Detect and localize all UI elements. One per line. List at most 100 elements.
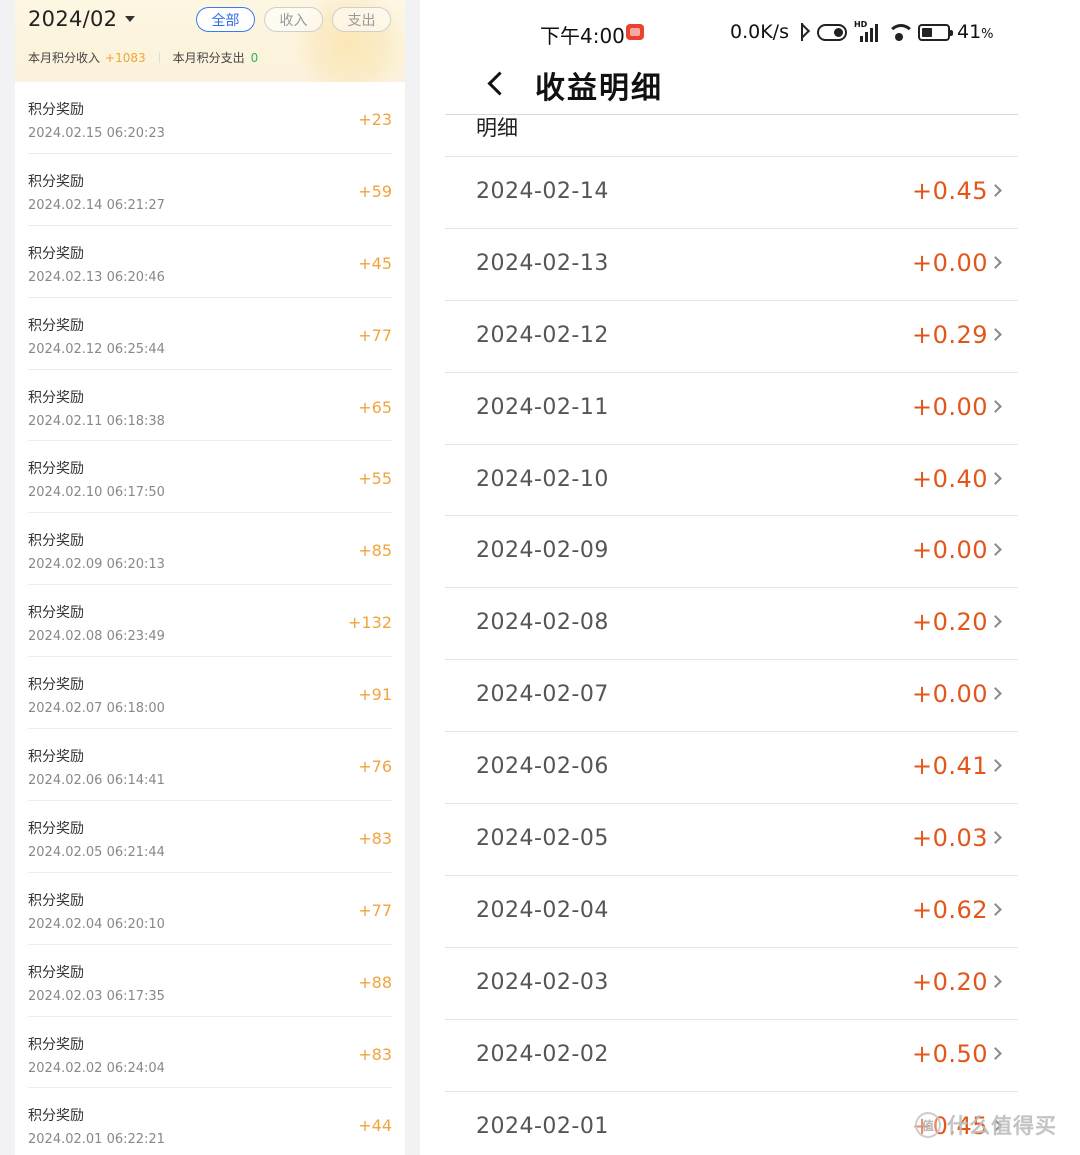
earnings-row[interactable]: 2024-02-02 +0.50 bbox=[445, 1020, 1018, 1092]
back-arrow-icon[interactable] bbox=[483, 71, 509, 97]
points-row[interactable]: 积分奖励 2024.02.04 06:20:10 +77 bbox=[28, 873, 392, 945]
points-row-time: 2024.02.10 06:17:50 bbox=[28, 485, 165, 501]
filter-income-button[interactable]: 收入 bbox=[264, 7, 323, 32]
section-label: 明细 bbox=[445, 115, 1018, 157]
bluetooth-icon bbox=[796, 22, 810, 42]
points-row-amount: +76 bbox=[358, 757, 392, 777]
month-picker[interactable]: 2024/02 bbox=[28, 7, 136, 31]
points-row[interactable]: 积分奖励 2024.02.06 06:14:41 +76 bbox=[28, 729, 392, 801]
chevron-right-icon bbox=[989, 687, 1002, 701]
earnings-row-date: 2024-02-03 bbox=[476, 969, 609, 995]
points-row-amount: +83 bbox=[358, 828, 392, 848]
points-row-time: 2024.02.04 06:20:10 bbox=[28, 916, 165, 932]
earnings-row-amount: +0.45 bbox=[911, 177, 988, 205]
earnings-row-date: 2024-02-14 bbox=[476, 179, 609, 204]
points-row-time: 2024.02.09 06:20:13 bbox=[28, 557, 165, 573]
points-row[interactable]: 积分奖励 2024.02.08 06:23:49 +132 bbox=[28, 585, 392, 658]
points-row[interactable]: 积分奖励 2024.02.05 06:21:44 +83 bbox=[28, 801, 392, 873]
points-row-time: 2024.02.11 06:18:38 bbox=[28, 413, 165, 429]
earnings-row-amount: +0.00 bbox=[911, 392, 988, 421]
earnings-row[interactable]: 2024-02-13 +0.00 bbox=[445, 229, 1018, 301]
points-row-amount: +83 bbox=[358, 1044, 392, 1064]
points-row-title: 积分奖励 bbox=[28, 102, 84, 118]
points-row-time: 2024.02.05 06:21:44 bbox=[28, 844, 165, 860]
points-row[interactable]: 积分奖励 2024.02.01 06:22:21 +44 bbox=[28, 1088, 392, 1155]
points-row[interactable]: 积分奖励 2024.02.10 06:17:50 +55 bbox=[28, 441, 392, 514]
earnings-row[interactable]: 2024-02-04 +0.62 bbox=[445, 876, 1018, 948]
earnings-row-amount: +0.29 bbox=[911, 320, 988, 349]
income-value: +1083 bbox=[105, 50, 146, 65]
chevron-right-icon bbox=[989, 399, 1002, 413]
earnings-row[interactable]: 2024-02-05 +0.03 bbox=[445, 804, 1018, 876]
net-speed: 0.0K/s bbox=[730, 21, 789, 43]
earnings-row[interactable]: 2024-02-06 +0.41 bbox=[445, 732, 1018, 805]
signal-hd-label: HD bbox=[853, 20, 868, 29]
earnings-row-date: 2024-02-06 bbox=[476, 754, 609, 780]
points-row-time: 2024.02.14 06:21:27 bbox=[28, 197, 165, 213]
chevron-right-icon bbox=[989, 831, 1002, 844]
earnings-row[interactable]: 2024-02-14 +0.45 bbox=[445, 157, 1018, 229]
points-row-amount: +45 bbox=[358, 253, 392, 273]
filter-expense-button[interactable]: 支出 bbox=[332, 7, 391, 32]
points-row[interactable]: 积分奖励 2024.02.02 06:24:04 +83 bbox=[28, 1017, 392, 1089]
points-header: 2024/02 全部 收入 支出 本月积分收入 +1083 本月积分支出 0 bbox=[15, 0, 405, 82]
earnings-row-amount: +0.40 bbox=[911, 464, 988, 493]
filter-all-button[interactable]: 全部 bbox=[196, 7, 255, 32]
points-row[interactable]: 积分奖励 2024.02.14 06:21:27 +59 bbox=[28, 154, 392, 226]
expense-label: 本月积分支出 bbox=[172, 51, 245, 65]
battery-icon bbox=[917, 23, 953, 41]
points-row-amount: +77 bbox=[358, 325, 392, 345]
chevron-right-icon bbox=[989, 759, 1002, 772]
earnings-row[interactable]: 2024-02-07 +0.00 bbox=[445, 660, 1018, 733]
earnings-row-amount: +0.00 bbox=[911, 248, 988, 277]
battery-fill bbox=[921, 27, 932, 37]
earnings-row-date: 2024-02-02 bbox=[476, 1041, 609, 1067]
points-row[interactable]: 积分奖励 2024.02.09 06:20:13 +85 bbox=[28, 513, 392, 586]
points-row[interactable]: 积分奖励 2024.02.03 06:17:35 +88 bbox=[28, 945, 392, 1017]
watermark-text: 什么值得买 bbox=[947, 1114, 1057, 1138]
income-label: 本月积分收入 bbox=[28, 51, 101, 65]
points-row-title: 积分奖励 bbox=[28, 677, 84, 694]
watermark: 值 什么值得买 bbox=[915, 1110, 1057, 1140]
filter-tabs: 全部 收入 支出 bbox=[196, 7, 391, 32]
earnings-list: 明细 2024-02-14 +0.45 2024-02-13 +0.00 2024-02… bbox=[445, 114, 1018, 1155]
points-history-panel: 2024/02 全部 收入 支出 本月积分收入 +1083 本月积分支出 0 积… bbox=[15, 0, 405, 1155]
points-row-amount: +77 bbox=[358, 900, 392, 920]
watermark-logo-icon: 值 bbox=[915, 1112, 941, 1138]
earnings-row[interactable]: 2024-02-03 +0.20 bbox=[445, 948, 1018, 1020]
toggle-icon bbox=[816, 23, 847, 41]
points-row-time: 2024.02.03 06:17:35 bbox=[28, 988, 165, 1004]
points-row-title: 积分奖励 bbox=[28, 173, 84, 190]
points-row-title: 积分奖励 bbox=[28, 389, 84, 406]
earnings-row[interactable]: 2024-02-11 +0.00 bbox=[445, 373, 1018, 445]
summary-divider bbox=[158, 52, 160, 63]
points-row-time: 2024.02.07 06:18:00 bbox=[28, 701, 165, 717]
points-row-amount: +85 bbox=[358, 541, 392, 561]
points-row-title: 积分奖励 bbox=[28, 749, 84, 766]
earnings-row[interactable]: 2024-02-08 +0.20 bbox=[445, 588, 1018, 661]
earnings-row[interactable]: 2024-02-12 +0.29 bbox=[445, 301, 1018, 373]
points-row-title: 积分奖励 bbox=[28, 1108, 84, 1125]
points-list: 积分奖励 2024.02.15 06:20:23 +23 积分奖励 2024.02.14… bbox=[15, 82, 405, 1155]
points-row[interactable]: 积分奖励 2024.02.13 06:20:46 +45 bbox=[28, 226, 392, 298]
points-row-time: 2024.02.13 06:20:46 bbox=[28, 269, 165, 285]
points-row-time: 2024.02.02 06:24:04 bbox=[28, 1060, 165, 1076]
points-row-title: 积分奖励 bbox=[28, 605, 84, 622]
chevron-right-icon bbox=[989, 615, 1002, 629]
points-row-amount: +59 bbox=[358, 181, 392, 201]
earnings-row[interactable]: 2024-02-10 +0.40 bbox=[445, 445, 1018, 517]
status-indicators: 0.0K/s HD 41% bbox=[730, 18, 994, 46]
points-row[interactable]: 积分奖励 2024.02.11 06:18:38 +65 bbox=[28, 370, 392, 442]
chevron-right-icon bbox=[989, 903, 1002, 916]
earnings-detail-screen: 下午4:00 0.0K/s HD 41% 收益明细 明细 2024-02-14 +… bbox=[420, 0, 1080, 1155]
chevron-right-icon bbox=[989, 974, 1002, 988]
earnings-row[interactable]: 2024-02-09 +0.00 bbox=[445, 516, 1018, 589]
chevron-right-icon bbox=[989, 543, 1002, 557]
earnings-row-amount: +0.00 bbox=[911, 536, 988, 565]
expense-value: 0 bbox=[250, 50, 259, 65]
points-row[interactable]: 积分奖励 2024.02.07 06:18:00 +91 bbox=[28, 657, 392, 730]
points-row[interactable]: 积分奖励 2024.02.12 06:25:44 +77 bbox=[28, 298, 392, 370]
earnings-row-date: 2024-02-01 bbox=[476, 1113, 609, 1139]
points-row[interactable]: 积分奖励 2024.02.15 06:20:23 +23 bbox=[28, 82, 392, 154]
earnings-row-date: 2024-02-08 bbox=[476, 610, 609, 636]
